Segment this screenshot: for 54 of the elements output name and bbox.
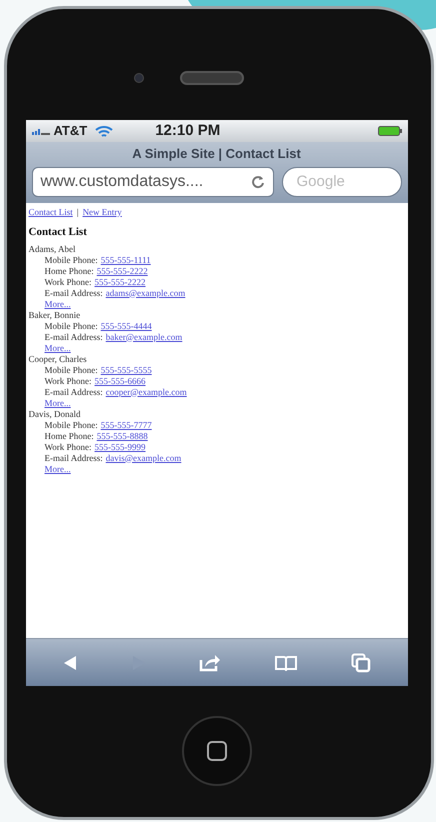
contact-link[interactable]: cooper@example.com (106, 386, 187, 398)
page-title: A Simple Site | Contact List (131, 145, 302, 163)
field-label: E-mail Address: (44, 332, 103, 342)
search-field[interactable]: Google (282, 166, 402, 196)
field-label: Work Phone: (44, 276, 92, 288)
more-link[interactable]: More... (44, 298, 71, 308)
field-label: Mobile Phone: (44, 420, 98, 430)
contact-link[interactable]: 555-555-4444 (100, 320, 152, 332)
more-link[interactable]: More... (44, 398, 71, 408)
contact-link[interactable]: 555-555-6666 (94, 376, 146, 386)
field-label: Home Phone: (44, 266, 94, 276)
address-field[interactable]: www.customdatasys.... (32, 166, 274, 196)
link-separator: | (76, 206, 79, 218)
more-link[interactable]: More... (44, 464, 71, 474)
reload-icon[interactable] (250, 174, 264, 188)
field-label: Mobile Phone: (44, 364, 98, 376)
contact-link[interactable]: 555-555-8888 (96, 430, 148, 442)
nav-link[interactable]: New Entry (82, 206, 122, 218)
field-label: Home Phone: (44, 430, 94, 442)
battery-icon (378, 126, 402, 136)
field-label: Mobile Phone: (44, 320, 98, 332)
contact-name: Baker, Bonnie (28, 310, 82, 320)
signal-bars-icon (32, 127, 50, 135)
earpiece-slot (180, 71, 244, 85)
pages-icon[interactable] (351, 652, 372, 672)
contact-link[interactable]: 555-555-5555 (100, 364, 152, 376)
contact-link[interactable]: baker@example.com (106, 332, 182, 342)
nav-link[interactable]: Contact List (28, 206, 73, 218)
contact-link[interactable]: adams@example.com (106, 288, 186, 298)
camera-lens (134, 73, 144, 83)
bookmarks-book-icon[interactable] (274, 654, 298, 670)
contact-link[interactable]: 555-555-7777 (100, 420, 152, 430)
field-label: Mobile Phone: (44, 254, 98, 266)
contact-link[interactable]: davis@example.com (106, 452, 182, 464)
field-label: E-mail Address: (44, 452, 103, 464)
contact-name: Davis, Donald (28, 408, 82, 420)
field-label: Work Phone: (44, 376, 92, 386)
contact-link[interactable]: 555-555-2222 (96, 266, 148, 276)
wifi-icon (95, 124, 114, 138)
contact-link[interactable]: 555-555-2222 (94, 276, 146, 288)
home-square-icon (206, 741, 226, 761)
contact-name: Cooper, Charles (28, 354, 88, 364)
field-label: E-mail Address: (44, 288, 103, 298)
section-heading: Contact List (28, 226, 88, 238)
field-label: E-mail Address: (44, 386, 103, 398)
field-label: Work Phone: (44, 442, 92, 452)
back-arrow-icon[interactable] (62, 654, 78, 670)
contact-link[interactable]: 555-555-1111 (100, 254, 151, 266)
clock-time: 12:10 PM (155, 120, 220, 141)
more-link[interactable]: More... (44, 342, 71, 352)
contact-link[interactable]: 555-555-9999 (94, 442, 146, 452)
share-icon[interactable] (199, 654, 222, 672)
carrier-label: AT&T (54, 122, 88, 140)
contact-name: Adams, Abel (28, 244, 76, 254)
